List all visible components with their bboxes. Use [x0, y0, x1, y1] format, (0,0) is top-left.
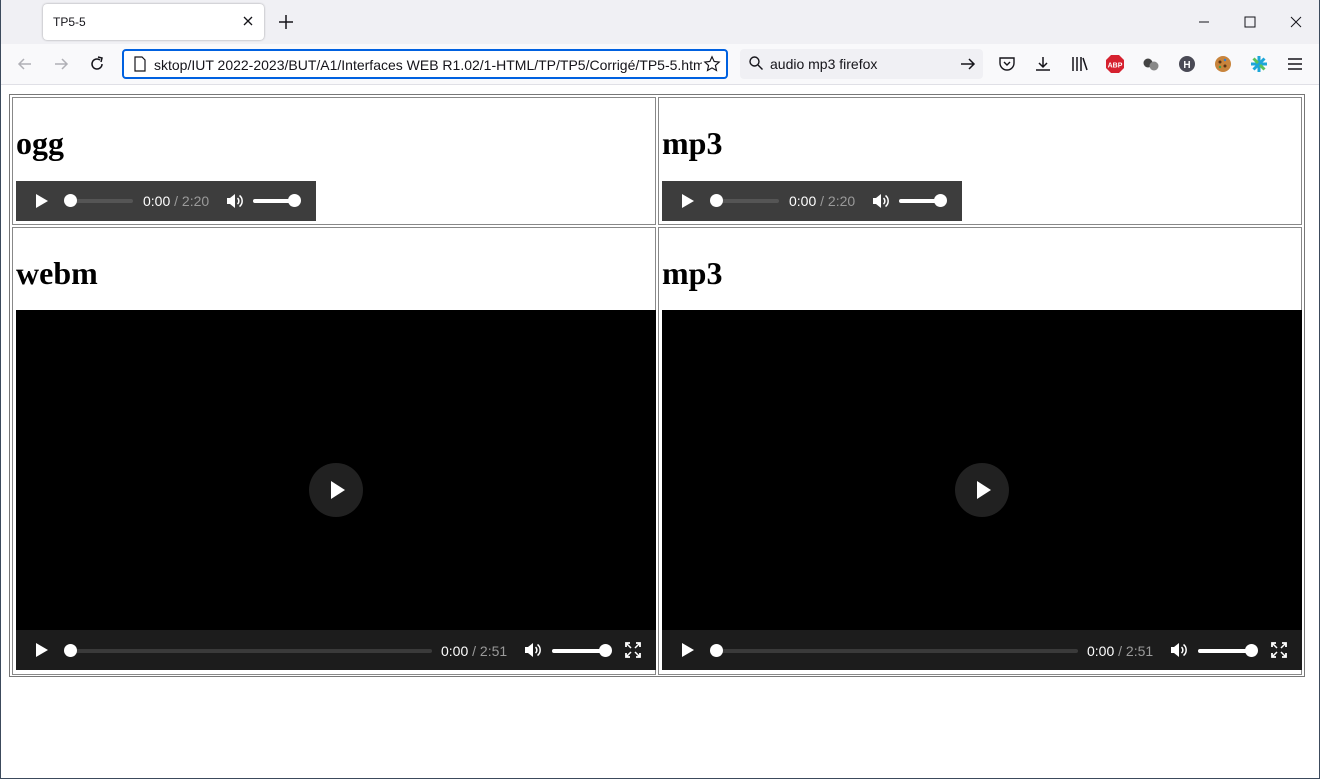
tab-strip: TP5-5: [0, 0, 1320, 44]
seek-knob[interactable]: [710, 194, 723, 207]
play-icon[interactable]: [30, 190, 52, 212]
table-cell-webm: webm 0:00 / 2:51: [12, 227, 656, 675]
extension-spheres-icon[interactable]: [1141, 54, 1161, 74]
volume-icon[interactable]: [224, 191, 244, 211]
url-text[interactable]: sktop/IUT 2022-2023/BUT/A1/Interfaces WE…: [154, 57, 702, 73]
cell-heading: webm: [16, 255, 98, 291]
media-table: ogg 0:00 / 2:20 mp3 0:00 / 2:20 webm 0:0…: [9, 94, 1305, 677]
cookie-icon[interactable]: [1213, 54, 1233, 74]
audio-player-ogg[interactable]: 0:00 / 2:20: [16, 181, 316, 221]
seek-bar[interactable]: [716, 199, 779, 203]
table-cell-mp3-audio: mp3 0:00 / 2:20: [658, 97, 1302, 225]
volume-knob[interactable]: [288, 194, 301, 207]
library-icon[interactable]: [1069, 54, 1089, 74]
seek-bar[interactable]: [70, 199, 133, 203]
table-cell-mp3-video: mp3 0:00 / 2:51: [658, 227, 1302, 675]
search-go-arrow-icon[interactable]: [959, 55, 977, 73]
page-content: ogg 0:00 / 2:20 mp3 0:00 / 2:20 webm 0:0…: [0, 85, 1320, 779]
duration: / 2:20: [174, 193, 210, 209]
cell-heading: ogg: [16, 125, 64, 161]
big-play-button[interactable]: [955, 463, 1009, 517]
fullscreen-icon[interactable]: [623, 640, 643, 660]
cell-heading: mp3: [662, 255, 723, 291]
video-player-mp3[interactable]: 0:00 / 2:51: [662, 310, 1302, 670]
back-icon[interactable]: [15, 54, 35, 74]
video-controls: 0:00 / 2:51: [16, 630, 656, 670]
seek-knob[interactable]: [64, 644, 77, 657]
time-display: 0:00 / 2:20: [143, 193, 209, 209]
time-display: 0:00 / 2:20: [789, 193, 855, 209]
seek-knob[interactable]: [64, 194, 77, 207]
minimize-icon[interactable]: [1194, 12, 1214, 32]
forward-icon[interactable]: [51, 54, 71, 74]
big-play-button[interactable]: [309, 463, 363, 517]
svg-text:ABP: ABP: [1108, 63, 1123, 70]
volume-icon[interactable]: [522, 640, 542, 660]
tab-title: TP5-5: [53, 15, 86, 29]
seek-knob[interactable]: [710, 644, 723, 657]
play-icon: [977, 481, 991, 499]
volume-knob[interactable]: [599, 644, 612, 657]
search-bar[interactable]: audio mp3 firefox: [740, 49, 983, 79]
duration: / 2:51: [472, 643, 508, 659]
volume-icon[interactable]: [1168, 640, 1188, 660]
seek-bar[interactable]: [716, 649, 1078, 653]
play-icon[interactable]: [30, 639, 52, 661]
duration: / 2:20: [820, 193, 856, 209]
reload-icon[interactable]: [87, 54, 107, 74]
maximize-icon[interactable]: [1240, 12, 1260, 32]
new-tab-icon[interactable]: [276, 12, 296, 32]
url-bar[interactable]: sktop/IUT 2022-2023/BUT/A1/Interfaces WE…: [122, 49, 728, 79]
pocket-icon[interactable]: [997, 54, 1017, 74]
search-icon: [749, 56, 763, 70]
close-tab-icon[interactable]: [240, 13, 256, 29]
video-controls: 0:00 / 2:51: [662, 630, 1302, 670]
close-window-icon[interactable]: [1286, 12, 1306, 32]
menu-icon[interactable]: [1285, 54, 1305, 74]
adblock-plus-icon[interactable]: ABP: [1105, 54, 1125, 74]
current-time: 0:00: [1087, 643, 1115, 659]
extension-h-icon[interactable]: H: [1177, 54, 1197, 74]
duration: / 2:51: [1118, 643, 1154, 659]
seek-bar[interactable]: [70, 649, 432, 653]
cell-heading: mp3: [662, 125, 723, 161]
current-time: 0:00: [789, 193, 817, 209]
time-display: 0:00 / 2:51: [1087, 643, 1153, 659]
play-icon[interactable]: [676, 639, 698, 661]
current-time: 0:00: [441, 643, 469, 659]
current-time: 0:00: [143, 193, 171, 209]
time-display: 0:00 / 2:51: [441, 643, 507, 659]
svg-text:H: H: [1183, 60, 1190, 71]
bookmark-star-icon[interactable]: [703, 55, 721, 73]
video-player-webm[interactable]: 0:00 / 2:51: [16, 310, 656, 670]
play-icon[interactable]: [676, 190, 698, 212]
play-icon: [331, 481, 345, 499]
volume-knob[interactable]: [1245, 644, 1258, 657]
extension-star-icon[interactable]: [1249, 54, 1269, 74]
page-icon: [134, 56, 146, 72]
downloads-icon[interactable]: [1033, 54, 1053, 74]
search-input[interactable]: audio mp3 firefox: [770, 56, 877, 72]
table-cell-ogg: ogg 0:00 / 2:20: [12, 97, 656, 225]
volume-knob[interactable]: [934, 194, 947, 207]
browser-tab[interactable]: TP5-5: [43, 4, 264, 40]
fullscreen-icon[interactable]: [1269, 640, 1289, 660]
navigation-toolbar: sktop/IUT 2022-2023/BUT/A1/Interfaces WE…: [0, 44, 1320, 85]
volume-icon[interactable]: [870, 191, 890, 211]
audio-player-mp3[interactable]: 0:00 / 2:20: [662, 181, 962, 221]
